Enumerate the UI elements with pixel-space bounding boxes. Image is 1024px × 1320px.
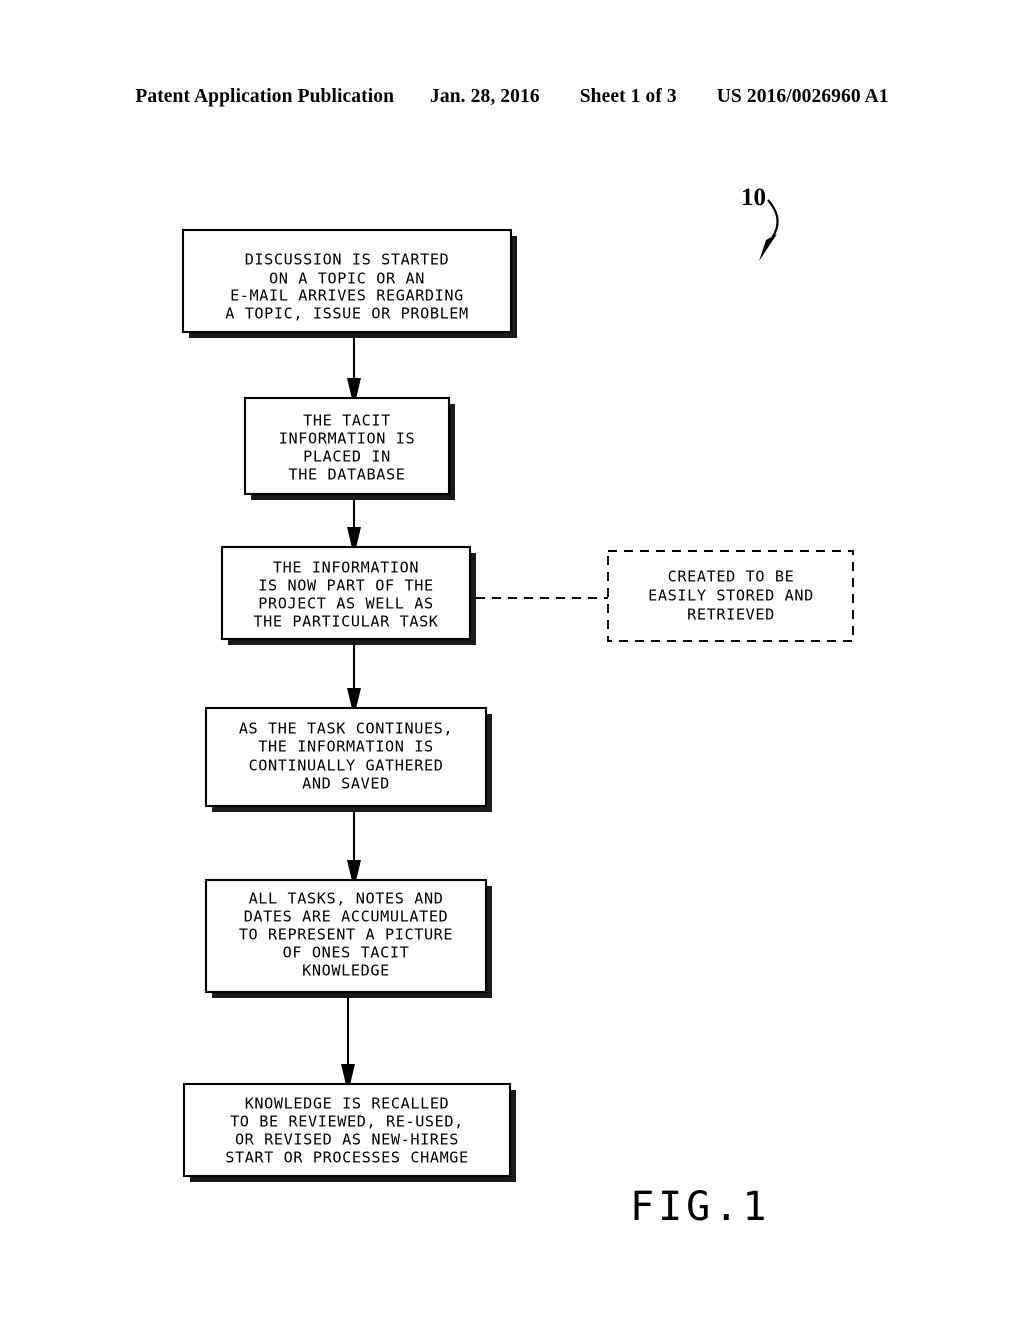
annotation-line: RETRIEVED [687,606,775,624]
reference-numeral-10: 10 [741,184,779,261]
flow-node-discussion-started: DISCUSSION IS STARTED ON A TOPIC OR AN E… [181,228,517,338]
flow-node-line: START OR PROCESSES CHAMGE [225,1149,469,1167]
connector-arrow-3-to-4 [347,645,361,708]
figure-1-drawing: 10 DISCUSSION IS STARTED ON A TOPIC OR A… [0,0,1024,1320]
flow-node-line: CONTINUALLY GATHERED [249,757,444,775]
flow-node-line: DATES ARE ACCUMULATED [244,908,449,926]
flow-node-line: TO BE REVIEWED, RE-USED, [230,1113,464,1131]
flow-node-knowledge-recalled: KNOWLEDGE IS RECALLED TO BE REVIEWED, RE… [182,1082,516,1182]
flow-node-line: AND SAVED [302,775,390,793]
annotation-created-to-be-stored: CREATED TO BE EASILY STORED AND RETRIEVE… [607,550,854,642]
flow-node-line: DISCUSSION IS STARTED [245,251,450,269]
annotation-line: EASILY STORED AND [648,587,814,605]
flow-node-line: THE PARTICULAR TASK [253,613,438,631]
reference-numeral-text: 10 [741,184,766,211]
flow-node-line: THE DATABASE [289,466,406,484]
figure-caption: FIG.1 [630,1184,770,1230]
flow-node-line: TO REPRESENT A PICTURE [239,926,453,944]
annotation-line: CREATED TO BE [668,568,795,586]
flow-node-line: INFORMATION IS [279,430,415,448]
flow-node-line: OR REVISED AS NEW-HIRES [235,1131,459,1149]
flow-node-line: THE INFORMATION IS [258,738,433,756]
flow-node-line: THE TACIT [303,412,391,430]
flow-node-line: ON A TOPIC OR AN [269,270,425,288]
flow-node-line: IS NOW PART OF THE [258,577,433,595]
flow-node-line: OF ONES TACIT [283,944,410,962]
flow-node-line: THE INFORMATION [273,559,419,577]
flow-node-tasks-notes-dates-accumulated: ALL TASKS, NOTES AND DATES ARE ACCUMULAT… [204,878,492,998]
flow-node-line: AS THE TASK CONTINUES, [239,720,453,738]
connector-arrow-2-to-3 [347,500,361,547]
flow-node-line: PROJECT AS WELL AS [258,595,433,613]
flow-node-tacit-information-placed: THE TACIT INFORMATION IS PLACED IN THE D… [243,396,455,500]
flow-node-line: KNOWLEDGE [302,962,390,980]
flow-node-task-continues-gathered: AS THE TASK CONTINUES, THE INFORMATION I… [204,706,492,812]
flow-node-information-part-of-project: THE INFORMATION IS NOW PART OF THE PROJE… [220,545,476,645]
flow-node-line: ALL TASKS, NOTES AND [249,890,444,908]
connector-arrow-1-to-2 [347,338,361,398]
connector-arrow-4-to-5 [347,812,361,880]
flow-node-line: A TOPIC, ISSUE OR PROBLEM [225,305,469,323]
flow-node-line: PLACED IN [303,448,391,466]
connector-arrow-5-to-6 [341,998,355,1084]
flow-node-line: KNOWLEDGE IS RECALLED [245,1095,450,1113]
flow-node-line: E-MAIL ARRIVES REGARDING [230,287,464,305]
